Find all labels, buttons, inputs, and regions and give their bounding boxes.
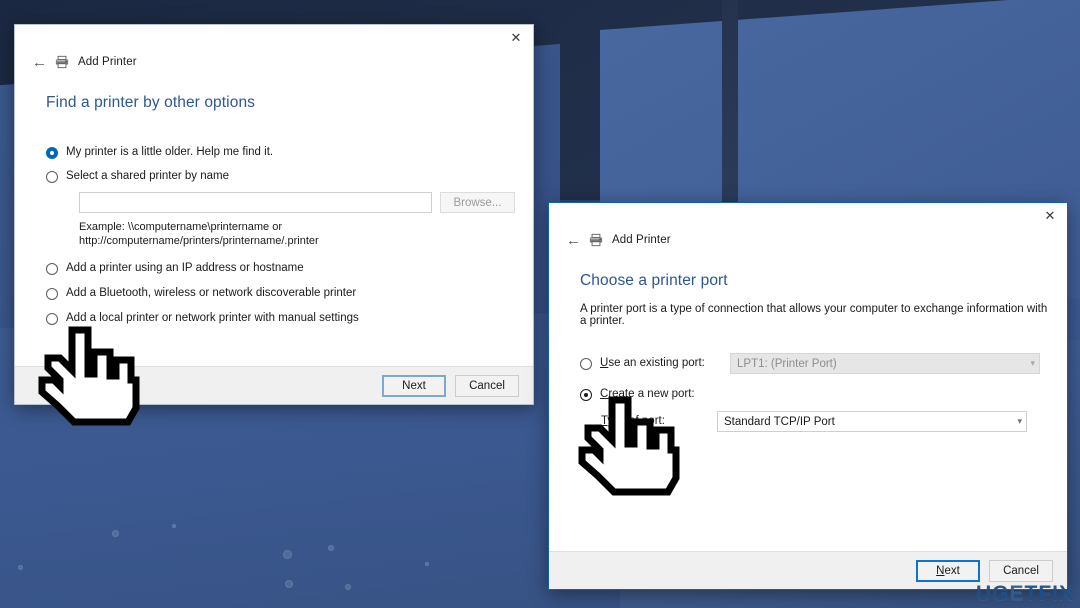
type-of-port-dropdown[interactable]: Standard TCP/IP Port ▾ [717,411,1027,432]
dialog1-body: Find a printer by other options My print… [15,73,533,366]
radio-label-rest: reate a new port: [608,388,695,400]
watermark-text-e: E [1009,582,1025,605]
radio-option-local-manual[interactable]: Add a local printer or network printer w… [46,312,515,325]
radio-indicator[interactable] [580,358,592,370]
existing-port-dropdown[interactable]: LPT1: (Printer Port) ▾ [730,353,1040,374]
radio-label: Add a local printer or network printer w… [66,312,359,324]
chevron-down-icon: ▾ [1030,358,1035,368]
type-of-port-value: Standard TCP/IP Port [724,415,835,428]
radio-label: Select a shared printer by name [66,170,230,182]
watermark-text-after: TFIX [1024,582,1074,605]
next-button-rest: ext [944,564,960,577]
shared-printer-row: Browse... [79,192,515,213]
watermark-text-before: UG [975,582,1010,605]
printer-icon [589,233,603,247]
radio-label: Use an existing port: [600,357,705,370]
next-button[interactable]: Next [382,374,446,397]
radio-indicator[interactable] [46,263,58,275]
dialog2-app-title: Add Printer [612,234,671,246]
wallpaper-bubble [172,524,176,528]
add-printer-dialog-find-options[interactable]: ✕ ← Add Printer Find a printer by other … [14,24,534,405]
dialog2-subtitle: A printer port is a type of connection t… [580,303,1048,327]
radio-label: Create a new port: [600,388,695,401]
desktop-background: ✕ ← Add Printer Find a printer by other … [0,0,1080,608]
existing-port-value: LPT1: (Printer Port) [737,357,837,370]
chevron-down-icon: ▾ [1017,416,1022,426]
example-line-1: Example: \\computername\printername or [79,221,282,233]
radio-option-create-new-port[interactable]: Create a new port: [580,388,1049,401]
type-of-port-label: Type of port: [567,415,717,428]
radio-option-ip-address[interactable]: Add a printer using an IP address or hos… [46,262,515,275]
type-of-port-label-rest: ype of port: [607,415,665,427]
wallpaper-bubble [283,550,292,559]
example-text-block: Example: \\computername\printername or h… [79,221,515,248]
wallpaper-bubble [18,565,23,570]
radio-label: My printer is a little older. Help me fi… [66,146,274,158]
dialog1-nav-row: ← Add Printer [15,51,533,73]
browse-button[interactable]: Browse... [439,192,515,213]
radio-indicator[interactable] [580,389,592,401]
radio-label: Add a Bluetooth, wireless or network dis… [66,287,357,299]
next-button[interactable]: Next [916,559,980,582]
example-line-2: http://computername/printers/printername… [79,234,319,247]
dialog1-app-title: Add Printer [78,56,137,68]
close-icon[interactable]: ✕ [1033,203,1067,227]
wallpaper-bubble [112,530,119,537]
wallpaper-bubble [285,580,293,588]
dialog1-heading: Find a printer by other options [46,94,256,111]
close-icon[interactable]: ✕ [499,25,533,49]
printer-icon [55,55,69,69]
dialog2-nav-row: ← Add Printer [549,229,1067,251]
wallpaper-mullion [722,0,738,231]
shared-printer-name-input[interactable] [79,192,432,213]
radio-option-bluetooth-wireless[interactable]: Add a Bluetooth, wireless or network dis… [46,287,515,300]
dialog1-footer: Next Cancel [15,366,533,404]
dialog2-titlebar[interactable]: ✕ [549,203,1067,231]
ugetfix-watermark: UG E TFIX [976,582,1074,606]
radio-indicator[interactable] [46,313,58,325]
back-arrow-icon[interactable]: ← [32,55,47,70]
radio-label: Add a printer using an IP address or hos… [66,262,304,274]
wallpaper-bubble [345,584,351,590]
back-arrow-icon[interactable]: ← [566,233,581,248]
wallpaper-bubble [425,562,429,566]
wallpaper-bubble [328,545,334,551]
use-existing-port-row: Use an existing port: LPT1: (Printer Por… [567,353,1049,374]
cancel-button[interactable]: Cancel [989,559,1053,582]
radio-indicator[interactable] [46,147,58,159]
dialog2-body: Choose a printer port A printer port is … [549,251,1067,551]
radio-option-shared-printer[interactable]: Select a shared printer by name [46,170,515,183]
radio-option-older-printer[interactable]: My printer is a little older. Help me fi… [46,146,515,159]
radio-indicator[interactable] [46,288,58,300]
dialog2-heading: Choose a printer port [580,272,728,289]
radio-indicator[interactable] [46,171,58,183]
dialog1-titlebar[interactable]: ✕ [15,25,533,53]
radio-option-use-existing-port[interactable]: Use an existing port: [580,357,730,370]
cancel-button[interactable]: Cancel [455,374,519,397]
add-printer-dialog-choose-port[interactable]: ✕ ← Add Printer Choose a printer port A … [548,202,1068,590]
radio-label-rest: se an existing port: [608,357,705,369]
type-of-port-row: Type of port: Standard TCP/IP Port ▾ [567,411,1049,432]
